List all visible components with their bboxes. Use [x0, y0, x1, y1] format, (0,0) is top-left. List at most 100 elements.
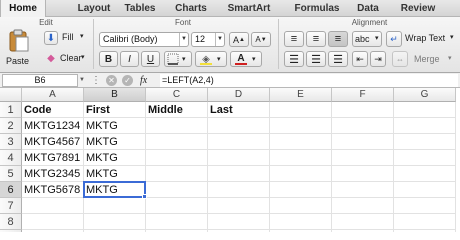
fill-color-button[interactable]: ◈ ▾ [195, 51, 227, 67]
cell-c3[interactable] [146, 134, 208, 150]
cell-c4[interactable] [146, 150, 208, 166]
cell-b6[interactable]: MKTG [84, 182, 146, 198]
align-top-button[interactable]: ≡ [284, 31, 304, 47]
cell-c7[interactable] [146, 198, 208, 214]
name-box[interactable]: B6 [2, 74, 78, 87]
cell-b9[interactable] [84, 230, 146, 232]
cell-g5[interactable] [394, 166, 456, 182]
clear-button[interactable]: ◆ Clear ▾ [40, 50, 88, 66]
tab-smartart[interactable]: SmartArt [221, 0, 277, 17]
row-header-2[interactable]: 2 [0, 118, 22, 134]
paste-button[interactable]: Paste [4, 28, 34, 70]
cell-b7[interactable] [84, 198, 146, 214]
cell-d7[interactable] [208, 198, 270, 214]
cell-a8[interactable] [22, 214, 84, 230]
column-header-g[interactable]: G [394, 88, 456, 102]
cell-d6[interactable] [208, 182, 270, 198]
fill-button[interactable]: ⬇ Fill ▾ [36, 30, 86, 46]
select-all-corner[interactable] [0, 88, 22, 102]
cell-g9[interactable] [394, 230, 456, 232]
column-header-f[interactable]: F [332, 88, 394, 102]
cell-c2[interactable] [146, 118, 208, 134]
italic-button[interactable]: I [120, 51, 139, 67]
cell-a5[interactable]: MKTG2345 [22, 166, 84, 182]
cell-c8[interactable] [146, 214, 208, 230]
cell-e7[interactable] [270, 198, 332, 214]
cell-c1[interactable]: Middle [146, 102, 208, 118]
tab-data[interactable]: Data [350, 0, 386, 17]
cell-g1[interactable] [394, 102, 456, 118]
align-left-button[interactable]: ☰ [284, 51, 304, 67]
bold-button[interactable]: B [99, 51, 118, 67]
cell-d8[interactable] [208, 214, 270, 230]
cell-e1[interactable] [270, 102, 332, 118]
column-header-e[interactable]: E [270, 88, 332, 102]
cell-c9[interactable] [146, 230, 208, 232]
tab-review[interactable]: Review [396, 0, 440, 17]
cell-b8[interactable] [84, 214, 146, 230]
cell-g8[interactable] [394, 214, 456, 230]
font-name-select[interactable]: Calibri (Body) ▼ [99, 32, 189, 47]
fx-icon[interactable]: fx [140, 74, 154, 87]
formula-input[interactable]: =LEFT(A2,4) [160, 74, 458, 87]
cell-f8[interactable] [332, 214, 394, 230]
tab-home[interactable]: Home [0, 0, 46, 18]
align-right-button[interactable]: ☰ [328, 51, 348, 67]
fill-handle[interactable] [142, 194, 147, 199]
row-header-9[interactable]: 9 [0, 230, 22, 232]
column-header-a[interactable]: A [22, 88, 84, 102]
enter-icon[interactable]: ✓ [122, 75, 133, 86]
cell-f6[interactable] [332, 182, 394, 198]
align-center-button[interactable]: ☰ [306, 51, 326, 67]
row-header-5[interactable]: 5 [0, 166, 22, 182]
column-header-c[interactable]: C [146, 88, 208, 102]
cell-e4[interactable] [270, 150, 332, 166]
font-color-button[interactable]: A ▾ [230, 51, 262, 67]
align-bottom-button[interactable]: ≡ [328, 31, 348, 47]
cell-b3[interactable]: MKTG [84, 134, 146, 150]
decrease-font-size-button[interactable]: A ▼ [251, 32, 271, 47]
cell-a4[interactable]: MKTG7891 [22, 150, 84, 166]
cell-a2[interactable]: MKTG1234 [22, 118, 84, 134]
tab-charts[interactable]: Charts [168, 0, 214, 17]
font-size-select[interactable]: 12 ▼ [191, 32, 225, 47]
tab-formulas[interactable]: Formulas [290, 0, 344, 17]
text-orientation-button[interactable]: abc ▾ [352, 31, 382, 47]
wrap-text-button[interactable]: ↵ Wrap Text ▾ [386, 31, 456, 47]
cell-d2[interactable] [208, 118, 270, 134]
merge-button[interactable]: ⇔ Merge ▾ [392, 51, 458, 67]
cell-f5[interactable] [332, 166, 394, 182]
cell-f1[interactable] [332, 102, 394, 118]
row-header-4[interactable]: 4 [0, 150, 22, 166]
cell-d9[interactable] [208, 230, 270, 232]
cell-f7[interactable] [332, 198, 394, 214]
cell-g7[interactable] [394, 198, 456, 214]
cell-g3[interactable] [394, 134, 456, 150]
row-header-7[interactable]: 7 [0, 198, 22, 214]
increase-font-size-button[interactable]: A ▲ [229, 32, 249, 47]
cancel-icon[interactable]: ✕ [106, 75, 117, 86]
cell-d1[interactable]: Last [208, 102, 270, 118]
cell-b4[interactable]: MKTG [84, 150, 146, 166]
tab-layout[interactable]: Layout [72, 0, 116, 17]
underline-button[interactable]: U [141, 51, 160, 67]
cell-b2[interactable]: MKTG [84, 118, 146, 134]
column-header-b[interactable]: B [84, 88, 146, 102]
cell-f2[interactable] [332, 118, 394, 134]
cell-g4[interactable] [394, 150, 456, 166]
row-header-6[interactable]: 6 [0, 182, 22, 198]
cell-b5[interactable]: MKTG [84, 166, 146, 182]
cell-f3[interactable] [332, 134, 394, 150]
cell-g6[interactable] [394, 182, 456, 198]
row-header-1[interactable]: 1 [0, 102, 22, 118]
cell-a6[interactable]: MKTG5678 [22, 182, 84, 198]
cell-e3[interactable] [270, 134, 332, 150]
align-middle-button[interactable]: ≡ [306, 31, 326, 47]
cell-a7[interactable] [22, 198, 84, 214]
cell-e9[interactable] [270, 230, 332, 232]
row-header-3[interactable]: 3 [0, 134, 22, 150]
column-header-d[interactable]: D [208, 88, 270, 102]
tab-tables[interactable]: Tables [118, 0, 162, 17]
cell-e6[interactable] [270, 182, 332, 198]
cell-f4[interactable] [332, 150, 394, 166]
